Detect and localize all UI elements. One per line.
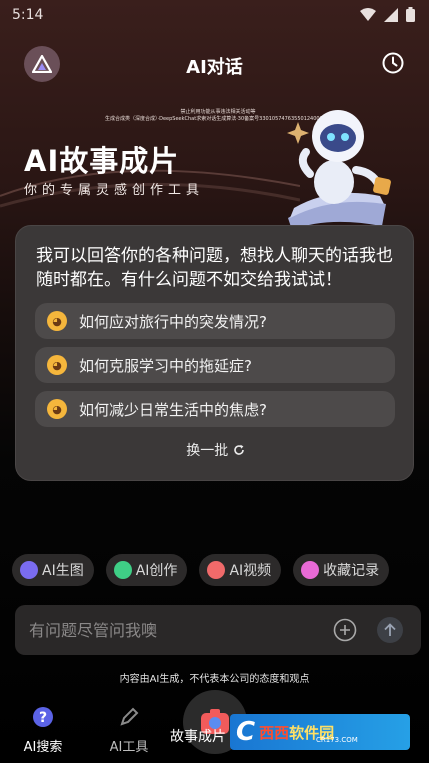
watermark-c-logo: C (236, 717, 256, 747)
suggestion-label: 如何克服学习中的拖延症? (79, 356, 252, 375)
history-clock-icon[interactable] (381, 51, 405, 75)
favorites-chip[interactable]: 收藏记录 (293, 554, 390, 586)
send-button[interactable] (377, 617, 403, 643)
ai-video-chip[interactable]: AI视频 (199, 554, 282, 586)
wifi-icon (360, 7, 376, 21)
star-icon (301, 561, 320, 579)
ai-image-icon (20, 561, 38, 579)
chip-label: AI创作 (135, 563, 178, 579)
banner-subtitle: 你的专属灵感创作工具 (24, 183, 205, 198)
refresh-suggestions-button[interactable]: 换一批 (16, 440, 415, 460)
assistant-intro-text: 我可以回答你的各种问题，想找人聊天的话我也随时都在。有什么问题不如交给我试试！ (36, 246, 393, 290)
face-emoji-icon: ◕ (47, 311, 67, 331)
story-video-label: 故事成片 (170, 729, 226, 745)
promo-banner[interactable]: 禁止利用功能从事违法相关活动等 生成合成类（深度合成）·DeepSeekChat… (0, 100, 429, 230)
page-title: AI对话 (186, 57, 243, 78)
nav-ai-tools-label: AI工具 (109, 740, 149, 755)
status-bar: 5:14 (0, 0, 429, 32)
ai-create-chip[interactable]: AI创作 (105, 554, 188, 586)
refresh-label: 换一批 (186, 443, 229, 459)
nav-ai-tools[interactable]: AI工具 (94, 706, 164, 755)
face-emoji-icon: ◕ (47, 399, 67, 419)
suggestion-item[interactable]: ◕ 如何克服学习中的拖延症? (35, 347, 395, 383)
ai-image-chip[interactable]: AI生图 (12, 554, 94, 586)
suggestion-label: 如何应对旅行中的突发情况? (79, 312, 267, 331)
ai-disclaimer: 内容由AI生成，不代表本公司的态度和观点 (119, 674, 310, 685)
nav-ai-search[interactable]: ? AI搜索 (8, 706, 78, 755)
chat-welcome-card: 我可以回答你的各种问题，想找人聊天的话我也随时都在。有什么问题不如交给我试试！ … (15, 225, 414, 481)
chip-label: AI视频 (229, 563, 272, 579)
signal-icon (384, 7, 398, 22)
robot-astronaut-illustration (287, 110, 391, 230)
suggestion-item[interactable]: ◕ 如何应对旅行中的突发情况? (35, 303, 395, 339)
watermark-url: CR173.COM (316, 736, 358, 744)
chat-input-box (15, 605, 421, 655)
ai-create-icon (113, 561, 132, 579)
quick-actions-row: AI生图 AI创作 AI视频 收藏记录 (12, 554, 422, 586)
svg-text:?: ? (39, 710, 47, 726)
arrow-up-icon (384, 623, 396, 636)
battery-icon (406, 7, 415, 22)
suggestion-label: 如何减少日常生活中的焦虑? (79, 400, 267, 419)
refresh-icon (233, 444, 244, 455)
header: AI对话 (0, 44, 429, 84)
pen-icon (120, 707, 139, 726)
cr173-watermark: C 西西软件园 CR173.COM (230, 714, 410, 750)
chat-input[interactable] (29, 618, 319, 642)
add-attachment-icon[interactable] (333, 618, 357, 642)
suggestion-item[interactable]: ◕ 如何减少日常生活中的焦虑? (35, 391, 395, 427)
bottom-navigation: ? AI搜索 AI工具 故事成片 C 西西软件园 CR173.COM (0, 690, 429, 763)
status-time: 5:14 (12, 7, 44, 23)
status-icons (360, 7, 415, 22)
ai-video-icon (207, 561, 226, 579)
face-emoji-icon: ◕ (47, 355, 67, 375)
nav-ai-search-label: AI搜索 (23, 740, 63, 755)
question-icon: ? (33, 707, 53, 727)
chip-label: 收藏记录 (323, 563, 380, 579)
chip-label: AI生图 (42, 563, 84, 579)
banner-title: AI故事成片 (24, 144, 180, 178)
